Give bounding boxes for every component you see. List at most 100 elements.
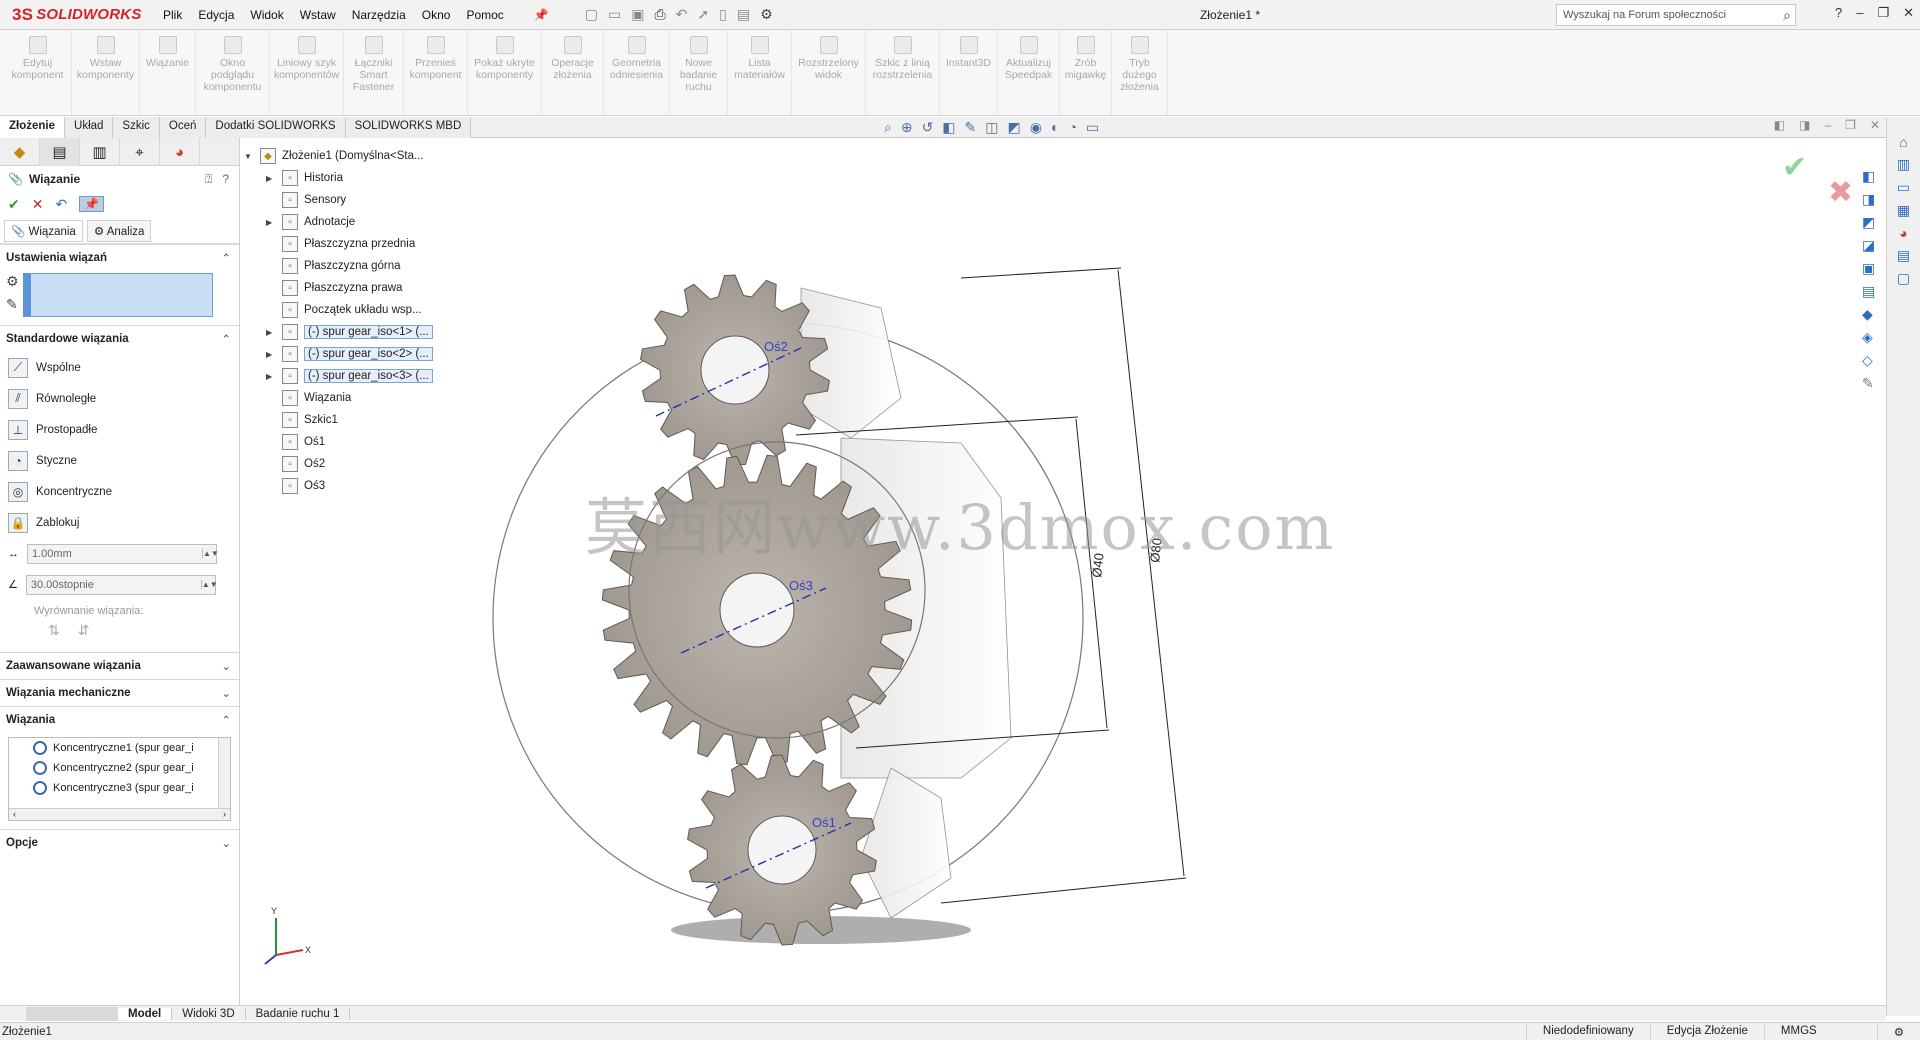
confirm-ok-check-icon[interactable]: ✔: [1782, 150, 1807, 185]
tree-item[interactable]: ▫ Płaszczyzna przednia: [266, 233, 444, 255]
view-top-icon[interactable]: ▣: [1862, 260, 1875, 277]
vertical-scrollbar[interactable]: [218, 738, 230, 810]
design-library-icon[interactable]: ▥: [1897, 156, 1910, 173]
zoom-to-fit-icon[interactable]: ⌕: [884, 119, 892, 136]
view-left-icon[interactable]: ◩: [1862, 214, 1875, 231]
forum-icon[interactable]: ▢: [1897, 270, 1910, 287]
component-preview-button[interactable]: Okno podglądu komponentu: [196, 30, 270, 115]
mate-tangent[interactable]: ◔ Styczne: [0, 445, 239, 476]
instant3d-button[interactable]: Instant3D: [940, 30, 998, 115]
keep-visible-pin-icon[interactable]: 📌: [79, 196, 105, 212]
mate-parallel[interactable]: ⫽ Równoległe: [0, 383, 239, 414]
mate-perpendicular[interactable]: ⊥ Prostopadłe: [0, 414, 239, 445]
view-orientation-icon[interactable]: ◫: [985, 119, 998, 136]
menu-edit[interactable]: Edycja: [190, 8, 242, 22]
tree-item[interactable]: ▫ Sensory: [266, 189, 444, 211]
viewport-minimize-icon[interactable]: –: [1824, 118, 1831, 132]
linear-pattern-button[interactable]: Liniowy szyk komponentów: [270, 30, 344, 115]
tree-item[interactable]: ▫ Oś3: [266, 475, 444, 497]
chevron-down-icon[interactable]: ⌄: [221, 836, 231, 850]
expand-arrow-icon[interactable]: ▶: [266, 174, 276, 183]
close-icon[interactable]: ✕: [1903, 5, 1914, 21]
mates-list[interactable]: Koncentryczne1 (spur gear_i Koncentryczn…: [8, 737, 231, 821]
tab-model[interactable]: Model: [118, 1007, 173, 1020]
section-header[interactable]: Standardowe wiązania ⌃: [0, 326, 239, 352]
show-hidden-button[interactable]: Pokaż ukryte komponenty: [468, 30, 542, 115]
solidworks-logo[interactable]: 3S SOLIDWORKS: [0, 0, 155, 30]
cancel-x-icon[interactable]: ✕: [32, 196, 44, 213]
spinner-icon[interactable]: ▲▼: [202, 549, 219, 558]
aligned-icon[interactable]: ⇅: [48, 622, 60, 652]
file-explorer-icon[interactable]: ▭: [1897, 179, 1910, 196]
view-back-icon[interactable]: ◨: [1862, 191, 1875, 208]
spinner-icon[interactable]: ▲▼: [200, 580, 218, 589]
section-header[interactable]: Wiązania ⌃: [0, 707, 239, 733]
tree-item[interactable]: ▫ Oś2: [266, 453, 444, 475]
edit-appearance-icon[interactable]: ◐: [1051, 119, 1059, 136]
graphics-viewport[interactable]: Oś2 Oś3 Oś1 Ø40 Ø80 Y X: [241, 138, 1886, 1005]
expand-arrow-icon[interactable]: ▶: [266, 328, 276, 337]
multiple-mate-icon[interactable]: ✎: [6, 296, 19, 313]
bill-of-materials-button[interactable]: Lista materiałów: [728, 30, 792, 115]
section-header[interactable]: Wiązania mechaniczne ⌄: [0, 680, 239, 706]
view-dimetric-icon[interactable]: ◈: [1862, 329, 1875, 346]
list-item[interactable]: Koncentryczne3 (spur gear_i: [9, 778, 230, 798]
scroll-left-icon[interactable]: ‹: [13, 809, 16, 820]
chevron-up-icon[interactable]: ⌃: [221, 332, 231, 346]
chevron-down-icon[interactable]: ⌄: [221, 659, 231, 673]
print-icon[interactable]: ⎙: [654, 6, 665, 23]
view-iso-icon[interactable]: ◆: [1862, 306, 1875, 323]
expand-arrow-icon[interactable]: ▶: [266, 372, 276, 381]
assembly-features-button[interactable]: Operacje złożenia: [542, 30, 604, 115]
view-trimetric-icon[interactable]: ◇: [1862, 352, 1875, 369]
collapse-arrow-icon[interactable]: ▼: [244, 152, 254, 161]
tree-item[interactable]: ▶ ▫ (-) spur gear_iso<3> (...: [266, 365, 444, 387]
menu-window[interactable]: Okno: [414, 8, 459, 22]
confirm-cancel-x-icon[interactable]: ✖: [1828, 175, 1853, 210]
configuration-manager-tab-icon[interactable]: ▥: [80, 138, 120, 166]
view-settings-icon[interactable]: ▭: [1086, 119, 1099, 136]
gear-2[interactable]: [640, 274, 830, 466]
help-icon[interactable]: ?: [1835, 5, 1842, 21]
tree-item[interactable]: ▫ Oś1: [266, 431, 444, 453]
tab-sketch[interactable]: Szkic: [113, 117, 160, 138]
mate-coincident[interactable]: ⟋ Wspólne: [0, 352, 239, 383]
explode-line-sketch-button[interactable]: Szkic z linią rozstrzelenia: [866, 30, 940, 115]
view-right-icon[interactable]: ◪: [1862, 237, 1875, 254]
undo-arrow-icon[interactable]: ↶: [55, 196, 67, 213]
viewport-close-icon[interactable]: ✕: [1870, 118, 1880, 132]
anti-aligned-icon[interactable]: ⇵: [78, 622, 90, 652]
mate-concentric[interactable]: ◎ Koncentryczne: [0, 476, 239, 507]
pin-menu-icon[interactable]: 📌: [526, 8, 557, 22]
tab-3d-views[interactable]: Widoki 3D: [172, 1007, 246, 1020]
viewport-tile-left-icon[interactable]: ◧: [1774, 118, 1785, 132]
feature-manager-tab-icon[interactable]: ◆: [0, 138, 40, 166]
minimize-icon[interactable]: –: [1856, 5, 1863, 21]
tab-evaluate[interactable]: Oceń: [159, 117, 207, 138]
list-item[interactable]: Koncentryczne2 (spur gear_i: [9, 758, 230, 778]
section-header[interactable]: Zaawansowane wiązania ⌄: [0, 653, 239, 679]
dimxpert-tab-icon[interactable]: ⌖: [120, 138, 160, 166]
appearances-icon[interactable]: ◕: [1899, 225, 1907, 241]
select-icon[interactable]: ➚: [697, 6, 709, 23]
tree-item[interactable]: ▫ Płaszczyzna górna: [266, 255, 444, 277]
edit-component-button[interactable]: Edytuj komponent: [4, 30, 72, 115]
tab-analysis[interactable]: ⚙ Analiza: [86, 219, 152, 242]
property-manager-tab-icon[interactable]: ▤: [40, 138, 80, 166]
view-front-icon[interactable]: ◧: [1862, 168, 1875, 185]
save-icon[interactable]: ▣: [631, 6, 644, 23]
tab-mates[interactable]: 📎 Wiązania: [4, 219, 83, 242]
large-assembly-mode-button[interactable]: Tryb dużego złożenia: [1112, 30, 1168, 115]
chevron-up-icon[interactable]: ⌃: [221, 713, 231, 727]
section-view-icon[interactable]: ◧: [942, 119, 955, 136]
file-properties-icon[interactable]: ▤: [737, 6, 750, 23]
reference-geometry-button[interactable]: Geometria odniesienia: [604, 30, 670, 115]
search-icon[interactable]: ⌕: [1783, 7, 1791, 24]
scroll-right-icon[interactable]: ›: [223, 809, 226, 820]
viewport-restore-icon[interactable]: ❐: [1845, 118, 1856, 132]
horizontal-scrollbar[interactable]: ‹ ›: [9, 808, 230, 820]
entities-to-mate-selection-box[interactable]: [22, 273, 213, 317]
tab-scroll-nav[interactable]: [26, 1006, 118, 1021]
tree-item[interactable]: ▫ Początek układu wsp...: [266, 299, 444, 321]
display-manager-tab-icon[interactable]: ◕: [160, 138, 200, 166]
